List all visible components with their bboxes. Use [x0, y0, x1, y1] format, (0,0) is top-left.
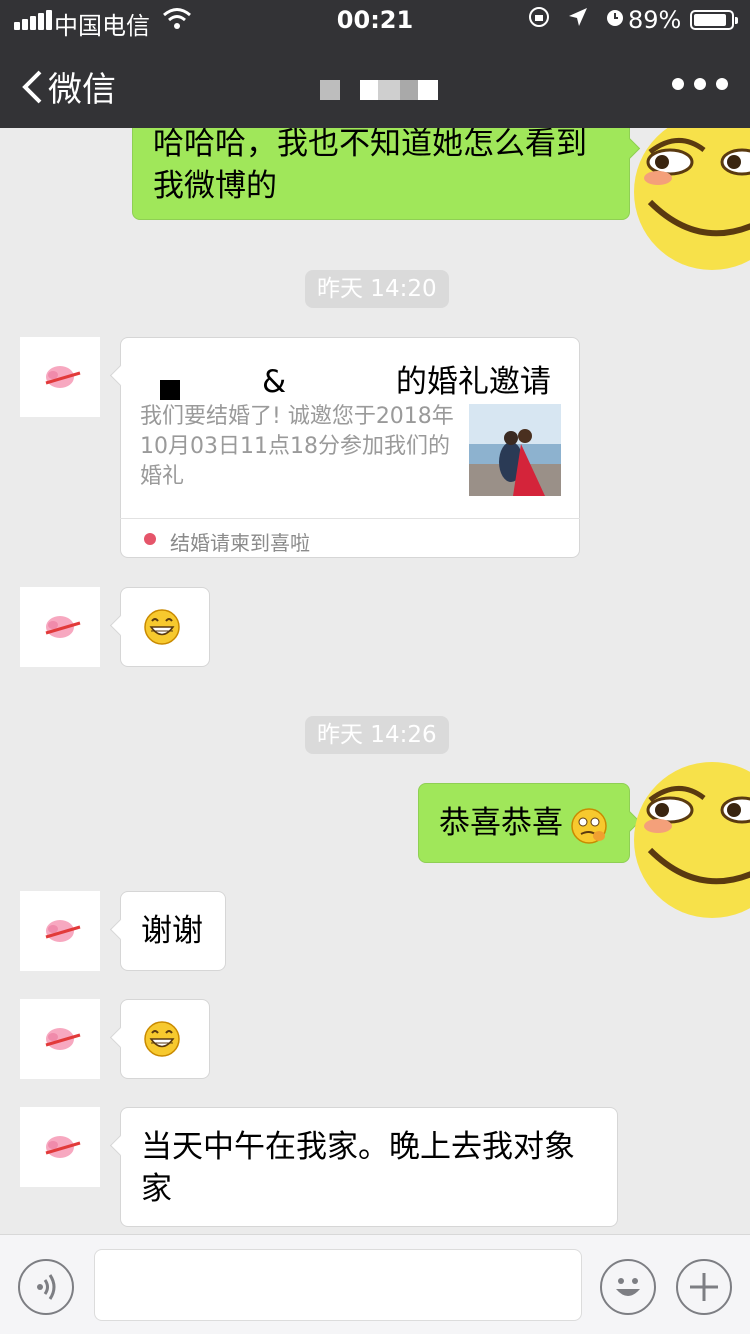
card-source-label: 结婚请柬到喜啦	[170, 531, 310, 555]
chevron-left-icon	[22, 70, 42, 103]
message-received[interactable]: 当天中午在我家。晚上去我对象家	[109, 1107, 618, 1227]
card-title: & 的婚礼邀请	[262, 356, 551, 401]
contact-avatar[interactable]	[20, 337, 100, 417]
message-input[interactable]	[94, 1249, 582, 1321]
battery-icon	[690, 10, 738, 30]
redacted-block	[140, 340, 240, 400]
input-bar	[0, 1234, 750, 1334]
message-received[interactable]	[109, 999, 210, 1079]
timestamp: 昨天 14:26	[305, 716, 449, 754]
status-icons	[528, 6, 626, 34]
my-avatar-smirk-emoji	[634, 762, 750, 918]
voice-button[interactable]	[18, 1259, 74, 1315]
message-text: 恭喜恭喜	[439, 805, 563, 841]
emoji-button[interactable]	[600, 1259, 656, 1315]
contact-avatar[interactable]	[20, 587, 100, 667]
redaction-mark	[160, 380, 180, 400]
card-thumbnail	[469, 404, 561, 496]
contact-avatar[interactable]	[20, 891, 100, 971]
message-text: 哈哈哈，我也不知道她怎么看到我微博的	[153, 126, 587, 204]
back-label: 微信	[48, 70, 116, 110]
top-bar: 中国电信 00:21 89% 微信	[0, 0, 750, 128]
peppa-avatar-icon	[45, 616, 81, 638]
card-title-part: &	[262, 364, 287, 400]
peppa-avatar-icon	[45, 920, 81, 942]
more-button[interactable]	[672, 72, 728, 96]
rotation-lock-icon	[529, 7, 549, 27]
back-button[interactable]: 微信	[20, 62, 116, 111]
grin-emoji-icon	[144, 1021, 180, 1057]
card-source: 结婚请柬到喜啦	[120, 518, 580, 558]
more-functions-button[interactable]	[676, 1259, 732, 1315]
peppa-avatar-icon	[45, 1028, 81, 1050]
timestamp: 昨天 14:20	[305, 270, 449, 308]
my-avatar-smirk-emoji	[634, 114, 750, 270]
message-sent[interactable]: 恭喜恭喜	[418, 783, 641, 863]
alarm-icon	[607, 10, 623, 26]
message-received[interactable]: 谢谢	[109, 891, 226, 971]
plus-icon	[690, 1273, 718, 1301]
peppa-avatar-icon	[45, 366, 81, 388]
thinking-emoji-icon	[571, 808, 607, 844]
app-source-icon	[144, 533, 156, 545]
grin-emoji-icon	[144, 609, 180, 645]
card-title-part: 的婚礼邀请	[395, 364, 551, 400]
voice-icon	[37, 1274, 56, 1300]
peppa-avatar-icon	[45, 1136, 81, 1158]
message-text: 谢谢	[141, 913, 203, 949]
message-received[interactable]	[109, 587, 210, 667]
contact-avatar[interactable]	[20, 999, 100, 1079]
status-bar: 中国电信 00:21 89%	[0, 0, 750, 40]
message-text: 当天中午在我家。晚上去我对象家	[141, 1129, 575, 1207]
battery-percent: 89%	[628, 6, 682, 34]
emoji-icon	[616, 1278, 640, 1296]
card-description: 我们要结婚了! 诚邀您于2018年10月03日11点18分参加我们的婚礼	[140, 404, 454, 489]
chat-title-redacted	[320, 80, 438, 100]
contact-avatar[interactable]	[20, 1107, 100, 1187]
location-icon	[569, 8, 587, 26]
